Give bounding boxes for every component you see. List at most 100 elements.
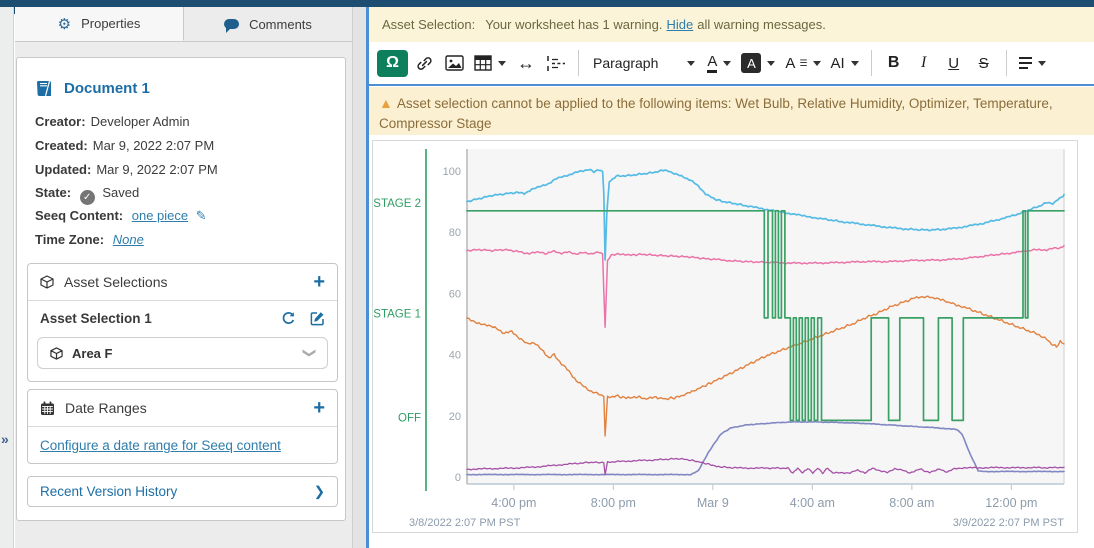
svg-text:4:00 pm: 4:00 pm [491, 496, 536, 510]
configure-date-range-link[interactable]: Configure a date range for Seeq content [40, 438, 281, 453]
tab-comments-label: Comments [249, 17, 312, 32]
properties-sidebar: ⚙ Properties Comments Document 1 Creator… [15, 7, 352, 548]
caret-down-icon [687, 61, 695, 66]
toolbar-separator [871, 50, 872, 76]
font-color-button[interactable]: A [703, 48, 735, 78]
edit-icon[interactable]: ✎ [196, 208, 207, 223]
asset-selections-box: Asset Selections + Asset Selection 1 [27, 263, 338, 382]
chevron-right-icon: ❯ [314, 484, 325, 500]
cube-icon [50, 347, 63, 360]
svg-text:40: 40 [449, 350, 461, 362]
asset-selection-warning: ▲Asset selection cannot be applied to th… [369, 87, 1094, 135]
table-icon [474, 55, 492, 71]
field-seeq-content: Seeq Content: one piece ✎ [35, 208, 207, 224]
cube-icon [40, 275, 54, 289]
svg-text:OFF: OFF [398, 412, 421, 424]
field-updated: Updated:Mar 9, 2022 2:07 PM [35, 162, 218, 177]
svg-text:8:00 pm: 8:00 pm [591, 496, 636, 510]
panel-divider[interactable]: « [352, 7, 366, 548]
date-ranges-box: Date Ranges + Configure a date range for… [27, 389, 338, 464]
seeq-content-link[interactable]: one piece [132, 208, 188, 223]
italic-button[interactable]: I [910, 48, 938, 78]
background-color-icon: A [741, 53, 761, 73]
editor-top-border [369, 84, 1094, 86]
insert-image-button[interactable] [440, 48, 468, 78]
caret-down-icon [813, 61, 821, 66]
asset-select-dropdown[interactable]: Area F ❯ [37, 337, 328, 369]
refresh-icon[interactable] [281, 311, 296, 326]
expand-left-panel-icon[interactable]: » [1, 432, 9, 446]
font-color-icon: A [707, 54, 717, 73]
svg-text:80: 80 [449, 227, 461, 239]
journal-icon [35, 80, 54, 97]
tab-properties-label: Properties [81, 16, 140, 31]
field-state: State: ✓ Saved [35, 185, 139, 205]
image-icon [445, 55, 464, 71]
field-created: Created:Mar 9, 2022 2:07 PM [35, 138, 214, 153]
document-panel: Asset Selection: Your worksheet has 1 wa… [369, 7, 1094, 548]
bold-button[interactable]: B [880, 48, 908, 78]
svg-text:0: 0 [455, 472, 461, 484]
tab-properties[interactable]: ⚙ Properties [15, 7, 184, 41]
tab-comments[interactable]: Comments [184, 7, 352, 41]
align-left-icon [1019, 57, 1032, 69]
seeq-trend-chart[interactable]: 100806040200STAGE 2STAGE 1OFF4:00 pm8:00… [372, 140, 1078, 533]
hide-warnings-link[interactable]: Hide [667, 17, 694, 32]
insert-table-button[interactable] [470, 48, 510, 78]
chevron-down-icon: ❯ [302, 348, 318, 359]
version-history-box: Recent Version History ❯ [27, 476, 338, 507]
saved-check-icon: ✓ [80, 190, 95, 205]
line-height-button[interactable]: AI [827, 48, 863, 78]
svg-text:60: 60 [449, 288, 461, 300]
edit-pencil-square-icon[interactable] [310, 311, 325, 326]
insert-link-button[interactable] [410, 48, 438, 78]
field-timezone: Time Zone: None [35, 232, 144, 247]
insert-seeq-content-button[interactable]: Ω [377, 50, 408, 77]
caret-down-icon [767, 61, 775, 66]
warning-bar-prefix: Asset Selection: [382, 17, 475, 32]
svg-text:4:00 am: 4:00 am [790, 496, 835, 510]
toolbar-separator [578, 50, 579, 76]
timezone-link[interactable]: None [113, 232, 144, 247]
page-break-button[interactable] [542, 48, 570, 78]
background-color-button[interactable]: A [737, 48, 779, 78]
page-break-icon [546, 55, 566, 72]
add-date-range-button[interactable]: + [313, 398, 325, 418]
horizontal-resize-icon: ↔ [517, 53, 535, 74]
sidebar-body: Document 1 Creator:Developer Admin Creat… [15, 42, 352, 548]
caret-down-icon [498, 61, 506, 66]
editor-toolbar: Ω ↔ [369, 42, 1094, 84]
asset-selections-header: Asset Selections + [28, 264, 337, 301]
caret-down-icon [723, 61, 731, 66]
chart-start-timestamp: 3/8/2022 2:07 PM PST [409, 517, 520, 529]
top-app-bar [0, 0, 1094, 7]
svg-text:Mar 9: Mar 9 [697, 496, 729, 510]
svg-text:20: 20 [449, 411, 461, 423]
document-title: Document 1 [35, 80, 150, 97]
strikethrough-button[interactable]: S [970, 48, 998, 78]
align-button[interactable] [1015, 48, 1050, 78]
svg-text:STAGE 1: STAGE 1 [373, 308, 421, 320]
gear-icon: ⚙ [58, 15, 71, 33]
font-size-icon: ☰ [799, 58, 806, 69]
comment-icon [224, 19, 239, 29]
recent-version-history-button[interactable]: Recent Version History ❯ [28, 477, 337, 506]
worksheet-warning-bar: Asset Selection: Your worksheet has 1 wa… [369, 7, 1094, 42]
toolbar-separator [1006, 50, 1007, 76]
left-collapse-rail[interactable]: » [0, 7, 14, 548]
svg-text:8:00 am: 8:00 am [889, 496, 934, 510]
date-ranges-header: Date Ranges + [28, 390, 337, 427]
font-size-button[interactable]: A☰ [781, 48, 824, 78]
full-width-button[interactable]: ↔ [512, 48, 540, 78]
warning-bar-suffix: all warning messages. [697, 17, 826, 32]
caret-down-icon [851, 61, 859, 66]
calendar-icon [40, 401, 55, 416]
add-asset-selection-button[interactable]: + [313, 272, 325, 292]
trend-plot[interactable]: 100806040200STAGE 2STAGE 1OFF4:00 pm8:00… [373, 141, 1077, 532]
line-height-icon: AI [831, 55, 845, 72]
caret-down-icon [1038, 61, 1046, 66]
underline-button[interactable]: U [940, 48, 968, 78]
paragraph-style-dropdown[interactable]: Paragraph [587, 48, 701, 78]
svg-text:12:00 pm: 12:00 pm [985, 496, 1037, 510]
sidebar-tabs: ⚙ Properties Comments [15, 7, 352, 42]
